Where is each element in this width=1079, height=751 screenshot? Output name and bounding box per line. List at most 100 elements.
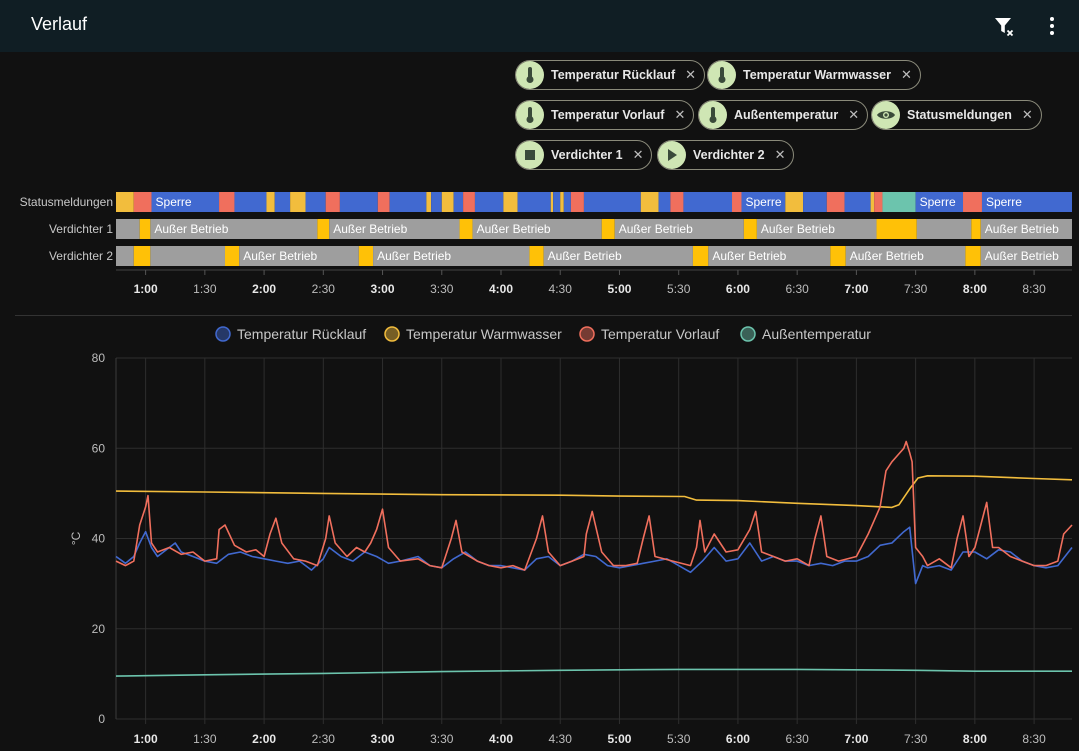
chip-label: Außentemperatur — [734, 108, 839, 122]
timeline-segment-label: Außer Betrieb — [243, 249, 317, 263]
timeline-segment[interactable] — [339, 192, 378, 212]
x-tick-label: 7:30 — [904, 732, 928, 746]
timeline-segment[interactable] — [844, 192, 871, 212]
timeline-segment[interactable] — [116, 219, 140, 239]
timeline-segment[interactable] — [560, 192, 564, 212]
timeline-tick-label: 2:00 — [252, 282, 276, 296]
timeline-segment[interactable] — [474, 192, 504, 212]
timeline-segment[interactable] — [377, 192, 390, 212]
timeline-segment[interactable] — [116, 192, 134, 212]
timeline-segment[interactable] — [503, 192, 518, 212]
timeline-segment[interactable] — [219, 192, 235, 212]
timeline-segment[interactable] — [785, 192, 804, 212]
timeline-segment[interactable] — [389, 192, 427, 212]
timeline-tick-label: 2:30 — [312, 282, 336, 296]
series-line-aussentemperatur[interactable] — [115, 668, 1072, 677]
chip-temperatur-vorlauf[interactable]: Temperatur Vorlauf ✕ — [515, 100, 695, 130]
timeline-segment[interactable] — [732, 192, 742, 212]
timeline-segment[interactable] — [453, 192, 464, 212]
timeline-tick-label: 8:00 — [963, 282, 987, 296]
chip-verdichter-1[interactable]: Verdichter 1 ✕ — [515, 140, 653, 170]
timeline-segment[interactable] — [692, 246, 709, 266]
chip-aussentemperatur[interactable]: Außentemperatur ✕ — [698, 100, 869, 130]
timeline-segment[interactable] — [570, 192, 584, 212]
timeline-segment[interactable] — [274, 192, 291, 212]
line-chart: Temperatur Rücklauf Temperatur Warmwasser… — [69, 326, 1073, 746]
timeline-segment[interactable] — [325, 192, 340, 212]
timeline-segment[interactable] — [553, 192, 561, 212]
timeline-segment[interactable] — [426, 192, 432, 212]
timeline-segment[interactable] — [640, 192, 659, 212]
timeline-segment[interactable] — [870, 192, 875, 212]
timeline-segment[interactable] — [463, 192, 475, 212]
timeline-segment[interactable] — [550, 192, 554, 212]
timeline-segment[interactable] — [743, 219, 757, 239]
timeline-segment[interactable] — [683, 192, 733, 212]
timeline-segment[interactable] — [601, 219, 615, 239]
chip-temperatur-ruecklauf[interactable]: Temperatur Rücklauf ✕ — [515, 60, 706, 90]
timeline-segment[interactable] — [971, 219, 981, 239]
legend-swatch — [384, 326, 400, 342]
series-line-temperatur-ruecklauf[interactable] — [115, 526, 1073, 585]
timeline-segment[interactable] — [876, 219, 917, 239]
chip-label: Temperatur Warmwasser — [743, 68, 891, 82]
chip-verdichter-2[interactable]: Verdichter 2 ✕ — [657, 140, 795, 170]
timeline-segment[interactable] — [317, 219, 330, 239]
timeline-segment[interactable] — [150, 246, 225, 266]
close-icon[interactable]: ✕ — [848, 107, 859, 123]
timeline-segment[interactable] — [305, 192, 326, 212]
close-icon[interactable]: ✕ — [674, 107, 685, 123]
legend-item-temperatur-warmwasser[interactable]: Temperatur Warmwasser — [384, 326, 562, 342]
series-line-temperatur-warmwasser[interactable] — [115, 475, 1073, 509]
filter-remove-button[interactable] — [990, 12, 1018, 40]
timeline-segment[interactable] — [529, 246, 544, 266]
timeline-segment-label: Außer Betrieb — [850, 249, 924, 263]
series-line-temperatur-vorlauf[interactable] — [115, 440, 1073, 571]
timeline-tick-label: 8:30 — [1022, 282, 1046, 296]
close-icon[interactable]: ✕ — [901, 67, 912, 83]
timeline-segment[interactable] — [133, 192, 152, 212]
timeline-segment[interactable] — [290, 192, 306, 212]
timeline-segment[interactable] — [963, 192, 982, 212]
timeline-segment[interactable] — [517, 192, 551, 212]
timeline-segment[interactable] — [583, 192, 641, 212]
stop-icon — [516, 141, 544, 169]
timeline-segment[interactable] — [459, 219, 473, 239]
close-icon[interactable]: ✕ — [775, 147, 786, 163]
close-icon[interactable]: ✕ — [685, 67, 696, 83]
timeline-segment[interactable] — [234, 192, 267, 212]
timeline-segment[interactable] — [441, 192, 454, 212]
timeline-segment[interactable] — [133, 246, 151, 266]
x-tick-label: 5:00 — [607, 732, 631, 746]
y-tick-label: 20 — [92, 622, 106, 636]
timeline-segment[interactable] — [965, 246, 981, 266]
timeline-segment[interactable] — [882, 192, 916, 212]
close-icon[interactable]: ✕ — [633, 147, 644, 163]
timeline-segment[interactable] — [266, 192, 275, 212]
timeline-segment[interactable] — [139, 219, 151, 239]
timeline-tick-label: 4:00 — [489, 282, 513, 296]
thermometer-icon — [708, 61, 736, 89]
timeline-segment[interactable] — [916, 219, 972, 239]
timeline-segment[interactable] — [670, 192, 684, 212]
close-icon[interactable]: ✕ — [1022, 107, 1033, 123]
timeline-segment[interactable] — [116, 246, 134, 266]
timeline-row-verdichter-2: Verdichter 2 Außer Betrieb Außer Betrieb Au… — [49, 246, 1072, 266]
legend-item-temperatur-ruecklauf[interactable]: Temperatur Rücklauf — [215, 326, 366, 342]
legend-item-aussentemperatur[interactable]: Außentemperatur — [740, 326, 871, 342]
timeline-segment[interactable] — [826, 192, 845, 212]
chip-statusmeldungen[interactable]: Statusmeldungen ✕ — [871, 100, 1042, 130]
timeline-segment[interactable] — [431, 192, 442, 212]
chip-temperatur-warmwasser[interactable]: Temperatur Warmwasser ✕ — [707, 60, 921, 90]
timeline-segment[interactable] — [658, 192, 671, 212]
legend-item-temperatur-vorlauf[interactable]: Temperatur Vorlauf — [579, 326, 719, 342]
timeline-segment[interactable] — [830, 246, 846, 266]
more-options-button[interactable] — [1038, 12, 1066, 40]
timeline-segment[interactable] — [224, 246, 240, 266]
timeline-segment[interactable] — [803, 192, 827, 212]
timeline-segment-label: Außer Betrieb — [333, 222, 407, 236]
timeline-segment[interactable] — [358, 246, 374, 266]
timeline-segment[interactable] — [874, 192, 883, 212]
y-tick-label: 80 — [92, 351, 106, 365]
timeline-segment[interactable] — [563, 192, 571, 212]
